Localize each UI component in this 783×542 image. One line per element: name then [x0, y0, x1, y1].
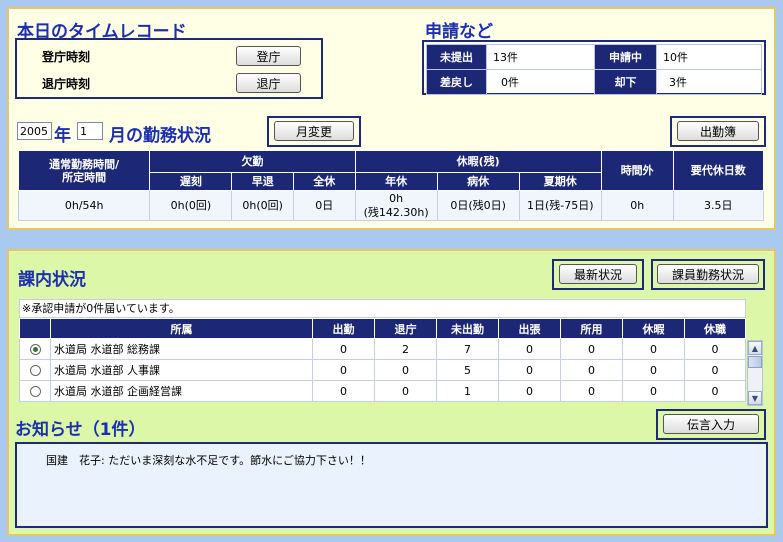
- col-absent: 未出勤: [436, 318, 499, 339]
- requests-title: 申請など: [425, 22, 493, 42]
- requests-box: 未提出 13件 申請中 10件 差戻し 0件 却下 3件: [422, 40, 766, 95]
- cell: 0: [560, 359, 623, 381]
- notice-item: 国建 花子: ただいま深刻な水不足です。節水にご協力下さい！！: [46, 454, 371, 467]
- cell-late: 0h(0回): [149, 190, 233, 221]
- cell-substitute: 3.5日: [672, 190, 765, 221]
- work-status-table: 通常勤務時間/ 所定時間 欠勤 休暇(残) 時間外 要代休日数 遅刻 早退 全休…: [17, 150, 765, 221]
- cell: 0: [498, 380, 561, 402]
- table-row[interactable]: 水道局 水道部 人事課 0 0 5 0 0 0 0: [19, 359, 746, 381]
- dept-name: 水道局 水道部 総務課: [50, 338, 313, 360]
- col-absence: 欠勤: [149, 150, 356, 173]
- cell: 0: [622, 359, 685, 381]
- col-substitute: 要代休日数: [672, 150, 765, 191]
- latest-status-button[interactable]: 最新状況: [559, 264, 637, 284]
- col-vacation: 休暇: [622, 318, 685, 339]
- message-input-button[interactable]: 伝言入力: [663, 414, 759, 434]
- pending-value[interactable]: 10件: [656, 44, 762, 70]
- dept-name: 水道局 水道部 人事課: [50, 359, 313, 381]
- cell: 0: [312, 380, 375, 402]
- col-errand: 所用: [560, 318, 623, 339]
- scroll-thumb[interactable]: [748, 356, 762, 368]
- division-title: 課内状況: [18, 270, 86, 290]
- cell-overtime: 0h: [600, 190, 674, 221]
- col-late: 遅刻: [149, 172, 233, 191]
- cell: 7: [436, 338, 499, 360]
- cell-annual: 0h (残142.30h): [354, 190, 438, 221]
- cell: 0: [684, 380, 746, 402]
- unsubmitted-label: 未提出: [426, 44, 487, 70]
- cell: 0: [312, 338, 375, 360]
- cell: 5: [436, 359, 499, 381]
- col-leave: 休暇(残): [354, 150, 602, 173]
- notice-title: お知らせ（1件）: [15, 420, 146, 440]
- col-overtime: 時間外: [600, 150, 674, 191]
- cell: 1: [436, 380, 499, 402]
- cell-sick: 0日(残0日): [436, 190, 520, 221]
- cell: 0: [684, 359, 746, 381]
- col-normal-hours: 通常勤務時間/ 所定時間: [17, 150, 151, 191]
- radio-selected[interactable]: [29, 344, 41, 355]
- unsubmitted-value[interactable]: 13件: [486, 44, 595, 70]
- scroll-down-icon[interactable]: ▼: [748, 391, 762, 405]
- col-dept: 所属: [50, 318, 313, 339]
- col-trip: 出張: [498, 318, 561, 339]
- table-row[interactable]: 水道局 水道部 企画経営課 0 0 1 0 0 0 0: [19, 380, 746, 402]
- cell: 0: [622, 338, 685, 360]
- clock-out-label: 退庁時刻: [42, 77, 91, 91]
- col-sick: 病休: [436, 172, 520, 191]
- attendance-book-button[interactable]: 出勤簿: [677, 121, 759, 141]
- row-radio[interactable]: [19, 380, 51, 402]
- year-suffix: 年: [54, 126, 71, 146]
- col-full-absence: 全休: [292, 172, 356, 191]
- division-scrollbar[interactable]: ▲ ▼: [747, 340, 763, 406]
- cell: 0: [622, 380, 685, 402]
- row-radio[interactable]: [19, 338, 51, 360]
- staff-status-button[interactable]: 課員勤務状況: [657, 264, 759, 284]
- month-input[interactable]: [77, 122, 103, 140]
- clock-in-button[interactable]: 登庁: [236, 46, 301, 66]
- notice-box: 国建 花子: ただいま深刻な水不足です。節水にご協力下さい！！: [15, 442, 768, 528]
- col-summer: 夏期休: [518, 172, 602, 191]
- dept-name: 水道局 水道部 企画経営課: [50, 380, 313, 402]
- cell-full-absence: 0日: [292, 190, 356, 221]
- pending-label: 申請中: [594, 44, 657, 70]
- col-annual: 年休: [354, 172, 438, 191]
- approval-message: ※承認申請が0件届いています。: [19, 299, 746, 318]
- cell-normal-hours: 0h/54h: [17, 190, 151, 221]
- cell: 0: [560, 380, 623, 402]
- rejected-value[interactable]: 3件: [656, 69, 762, 95]
- cell: 0: [560, 338, 623, 360]
- col-select: [19, 318, 51, 339]
- clock-out-button[interactable]: 退庁: [236, 73, 301, 93]
- cell: 2: [374, 338, 437, 360]
- requests-table: 未提出 13件 申請中 10件 差戻し 0件 却下 3件: [426, 44, 762, 95]
- returned-label: 差戻し: [426, 69, 487, 95]
- cell: 0: [498, 359, 561, 381]
- clock-in-label: 登庁時刻: [42, 50, 91, 64]
- col-left: 退庁: [374, 318, 437, 339]
- row-radio[interactable]: [19, 359, 51, 381]
- table-row[interactable]: 水道局 水道部 総務課 0 2 7 0 0 0 0: [19, 338, 746, 360]
- col-leave-absence: 休職: [684, 318, 746, 339]
- col-early: 早退: [231, 172, 294, 191]
- scroll-up-icon[interactable]: ▲: [748, 341, 762, 355]
- cell: 0: [374, 359, 437, 381]
- returned-value[interactable]: 0件: [486, 69, 595, 95]
- radio-unselected[interactable]: [29, 386, 41, 397]
- radio-unselected[interactable]: [29, 365, 41, 376]
- month-title: 月の勤務状況: [109, 126, 211, 146]
- col-present: 出勤: [312, 318, 375, 339]
- rejected-label: 却下: [594, 69, 657, 95]
- change-month-button[interactable]: 月変更: [274, 121, 354, 141]
- division-table: 所属 出勤 退庁 未出勤 出張 所用 休暇 休職 水道局 水道部 総務課 0 2…: [19, 318, 746, 402]
- year-input[interactable]: [17, 122, 52, 140]
- cell-early: 0h(0回): [231, 190, 294, 221]
- cell: 0: [312, 359, 375, 381]
- cell: 0: [374, 380, 437, 402]
- cell-summer: 1日(残-75日): [518, 190, 602, 221]
- cell: 0: [498, 338, 561, 360]
- cell: 0: [684, 338, 746, 360]
